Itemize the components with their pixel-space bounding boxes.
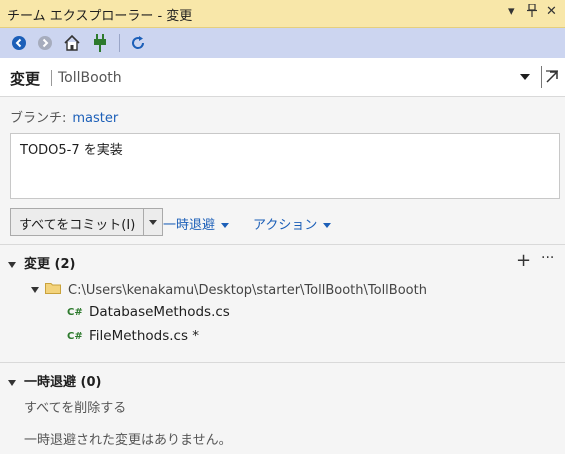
- window-title-bar: チーム エクスプローラー - 変更 ▾ ✕: [0, 0, 565, 28]
- collapse-arrow-icon: [8, 379, 16, 386]
- stashes-section-header[interactable]: 一時退避 (0): [8, 371, 101, 390]
- file-name: DatabaseMethods.cs: [89, 304, 230, 320]
- more-options-icon[interactable]: ···: [541, 250, 554, 266]
- plug-icon[interactable]: [90, 33, 110, 53]
- collapse-arrow-icon: [8, 261, 16, 268]
- pin-icon[interactable]: [527, 3, 537, 21]
- page-title: 変更: [10, 70, 41, 88]
- window-title: チーム エクスプローラー - 変更: [7, 9, 193, 24]
- toolbar: [0, 28, 565, 58]
- branch-label: ブランチ:: [10, 111, 67, 126]
- stash-dropdown[interactable]: 一時退避: [163, 214, 230, 233]
- toolbar-separator: [119, 34, 120, 52]
- forward-arrow-icon[interactable]: [35, 33, 55, 53]
- window-menu-dropdown-icon[interactable]: ▾: [508, 4, 515, 19]
- commit-all-split-button[interactable]: すべてをコミット(I): [10, 208, 164, 236]
- file-item[interactable]: C# DatabaseMethods.cs: [67, 304, 230, 320]
- no-stashes-message: 一時退避された変更はありません。: [24, 433, 232, 448]
- changes-section: 変更 (2) + ··· C:\Users\kenakamu\Desktop\s…: [0, 244, 565, 362]
- chevron-down-icon: [149, 219, 158, 225]
- commit-message-input[interactable]: TODO5-7 を実装: [10, 133, 560, 199]
- csharp-file-icon: C#: [67, 330, 83, 342]
- commit-all-button[interactable]: すべてをコミット(I): [11, 209, 145, 235]
- page-header: 変更 TollBooth: [0, 58, 565, 97]
- file-item[interactable]: C# FileMethods.cs *: [67, 328, 199, 344]
- stage-all-plus-icon[interactable]: +: [516, 250, 531, 271]
- branch-row: ブランチ: master: [10, 107, 118, 126]
- page-dropdown-icon[interactable]: [520, 74, 530, 80]
- stashes-section: 一時退避 (0) すべてを削除する 一時退避された変更はありません。: [0, 362, 565, 454]
- header-divider: [51, 70, 52, 86]
- folder-path: C:\Users\kenakamu\Desktop\starter\TollBo…: [68, 282, 427, 298]
- chevron-down-icon: [221, 223, 230, 228]
- expand-arrow-icon: [31, 287, 39, 293]
- commit-options-dropdown[interactable]: [144, 209, 162, 235]
- folder-icon: [45, 282, 61, 298]
- popout-icon[interactable]: [541, 66, 561, 88]
- repository-name: TollBooth: [58, 70, 122, 86]
- csharp-file-icon: C#: [67, 306, 83, 318]
- chevron-down-icon: [323, 223, 332, 228]
- file-name: FileMethods.cs *: [89, 328, 200, 344]
- main-panel: ブランチ: master TODO5-7 を実装 すべてをコミット(I) 一時退避…: [0, 97, 565, 454]
- branch-link[interactable]: master: [72, 111, 118, 126]
- close-icon[interactable]: ✕: [546, 4, 557, 19]
- home-icon[interactable]: [62, 33, 82, 53]
- folder-node[interactable]: C:\Users\kenakamu\Desktop\starter\TollBo…: [31, 282, 427, 298]
- actions-dropdown[interactable]: アクション: [253, 214, 332, 233]
- back-arrow-icon[interactable]: [9, 33, 29, 53]
- delete-all-stashes-link[interactable]: すべてを削除する: [24, 397, 126, 416]
- changes-section-header[interactable]: 変更 (2): [8, 253, 75, 272]
- refresh-icon[interactable]: [128, 33, 148, 53]
